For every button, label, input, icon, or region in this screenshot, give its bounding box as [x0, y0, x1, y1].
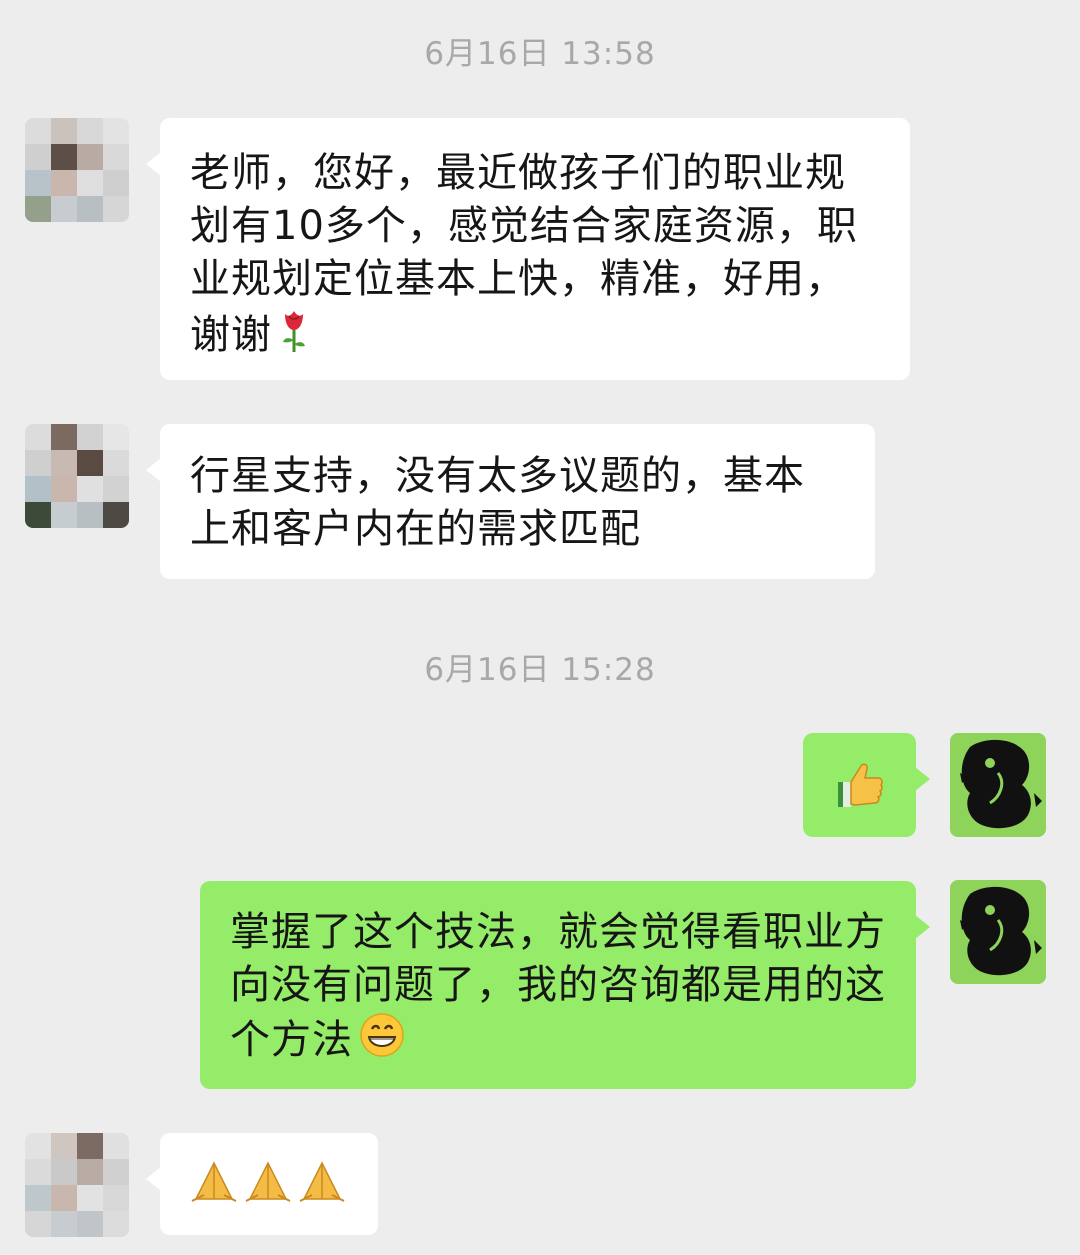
folded-hands-emoji — [298, 1159, 346, 1217]
message-bubble[interactable]: 行星支持，没有太多议题的，基本上和客户内在的需求匹配 — [146, 424, 875, 579]
message-bubble[interactable] — [803, 733, 930, 837]
contact-avatar[interactable] — [25, 424, 129, 528]
folded-hands-emoji — [190, 1159, 238, 1217]
rose-emoji — [278, 306, 310, 368]
message-text: 行星支持，没有太多议题的，基本上和客户内在的需求匹配 — [190, 453, 805, 552]
timestamp: 6月16日 13:58 — [424, 36, 656, 72]
folded-hands-emoji — [244, 1159, 292, 1217]
message-bubble[interactable]: 掌握了这个技法，就会觉得看职业方向没有问题了，我的咨询都是用的这个方法 — [200, 881, 930, 1089]
contact-avatar[interactable] — [25, 118, 129, 222]
timestamp: 6月16日 15:28 — [424, 652, 656, 688]
user-avatar[interactable] — [950, 733, 1046, 837]
grinning-face-emoji — [359, 1012, 405, 1072]
message-bubble[interactable]: 老师，您好，最近做孩子们的职业规划有10多个，感觉结合家庭资源，职业规划定位基本… — [146, 118, 910, 380]
contact-avatar[interactable] — [25, 1133, 129, 1237]
message-text: 掌握了这个技法，就会觉得看职业方向没有问题了，我的咨询都是用的这个方法 — [230, 909, 886, 1063]
user-avatar[interactable] — [950, 880, 1046, 984]
message-bubble[interactable] — [146, 1133, 378, 1235]
thumbs-up-emoji — [835, 760, 885, 824]
